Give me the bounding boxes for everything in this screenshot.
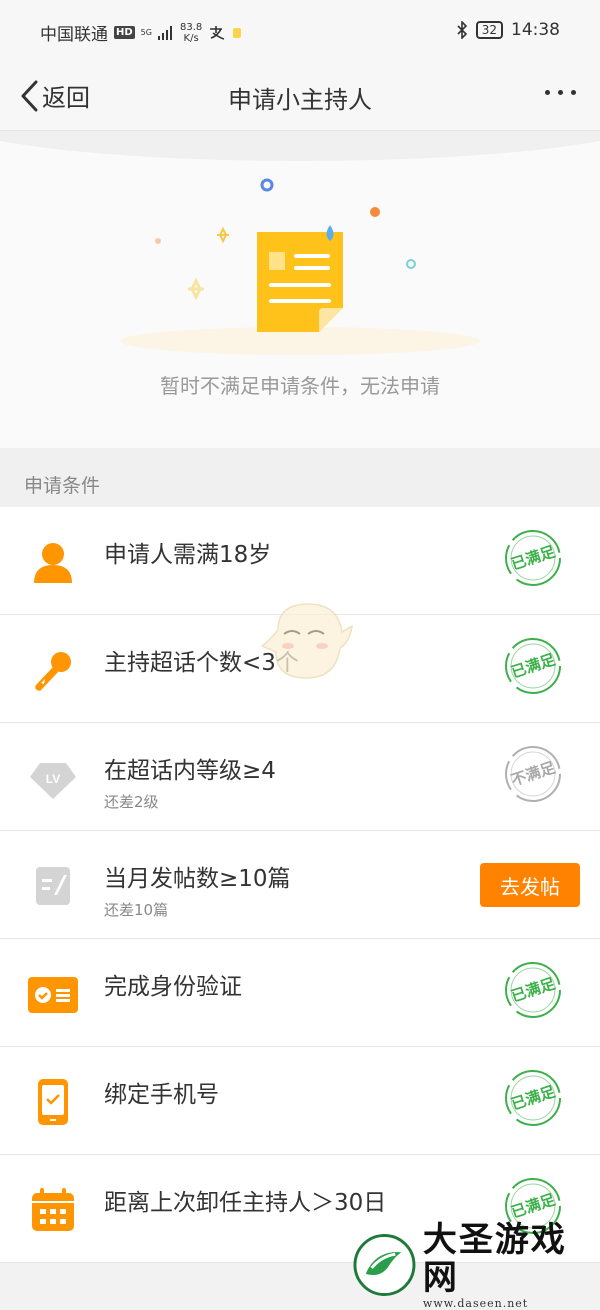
- clock: 14:38: [511, 20, 560, 40]
- watermark-url: www.daseen.net: [422, 1296, 529, 1310]
- more-options-button[interactable]: [545, 90, 576, 95]
- status-stamp-unsatisfied: 不满足: [504, 745, 562, 803]
- battery-indicator: 32: [475, 21, 503, 39]
- more-dot-icon: [545, 90, 550, 95]
- bluetooth-icon: [457, 21, 467, 39]
- condition-row-level: LV 在超话内等级≥4 还差2级 不满足: [0, 723, 600, 831]
- status-bar: 中国联通 HD 5G 83.8 K/s 32 14:38: [0, 0, 600, 64]
- more-dot-icon: [571, 90, 576, 95]
- phone-icon: [38, 1079, 68, 1125]
- condition-title: 申请人需满18岁: [104, 542, 272, 568]
- signal-icon: [157, 25, 172, 40]
- go-post-button[interactable]: 去发帖: [480, 863, 580, 907]
- status-stamp-satisfied: 已满足: [504, 961, 562, 1019]
- condition-subtitle: 还差2级: [104, 793, 159, 811]
- microphone-icon: [35, 652, 71, 691]
- status-stamp-satisfied: 已满足: [504, 1069, 562, 1127]
- alipay-icon: [210, 25, 225, 40]
- status-left: 中国联通 HD 5G 83.8 K/s: [40, 20, 242, 45]
- level-badge-icon: LV: [30, 763, 76, 799]
- network-type: 5G: [140, 28, 152, 37]
- condition-subtitle: 还差10篇: [104, 901, 169, 919]
- condition-title: 距离上次卸任主持人＞30日: [104, 1190, 387, 1216]
- speed-value: 83.8: [179, 21, 203, 33]
- condition-row-phone: 绑定手机号 已满足: [0, 1047, 600, 1155]
- condition-title: 在超话内等级≥4: [104, 758, 276, 784]
- page-title: 申请小主持人: [228, 86, 372, 114]
- calendar-icon: [32, 1188, 74, 1231]
- watermark-text: 大圣游戏网 www.daseen.net: [423, 1221, 600, 1310]
- status-stamp-satisfied: 已满足: [504, 637, 562, 695]
- watermark-name: 大圣游戏网: [422, 1219, 567, 1298]
- condition-title: 绑定手机号: [104, 1082, 219, 1108]
- person-icon: [34, 543, 72, 583]
- site-watermark: 大圣游戏网 www.daseen.net: [352, 1221, 600, 1310]
- status-stamp-satisfied: 已满足: [504, 529, 562, 587]
- more-dot-icon: [558, 90, 563, 95]
- speed-unit: K/s: [183, 32, 199, 44]
- svg-text:LV: LV: [46, 772, 60, 786]
- condition-title: 完成身份验证: [104, 974, 242, 1000]
- id-card-icon: [28, 977, 78, 1013]
- hero-banner: 暂时不满足申请条件，无法申请: [0, 131, 600, 448]
- section-title: 申请条件: [24, 475, 101, 497]
- nav-bar: 返回 申请小主持人: [0, 64, 600, 131]
- hero-message: 暂时不满足申请条件，无法申请: [160, 374, 440, 398]
- condition-title: 当月发帖数≥10篇: [104, 866, 291, 892]
- condition-row-posts: 当月发帖数≥10篇 还差10篇 去发帖: [0, 831, 600, 939]
- status-right: 32 14:38: [456, 20, 560, 40]
- carrier-label: 中国联通: [40, 25, 108, 45]
- post-icon: [36, 867, 70, 905]
- network-speed: 83.8 K/s: [180, 22, 202, 44]
- section-header: 申请条件: [0, 448, 600, 506]
- watermark-logo: [353, 1234, 416, 1296]
- document-illustration: [120, 178, 480, 355]
- condition-row-age: 申请人需满18岁 已满足: [0, 507, 600, 615]
- condition-row-identity: 完成身份验证 已满足: [0, 939, 600, 1047]
- hd-badge: HD: [114, 26, 135, 39]
- notification-icon: [233, 27, 242, 38]
- mascot-sticker-icon: [260, 603, 353, 679]
